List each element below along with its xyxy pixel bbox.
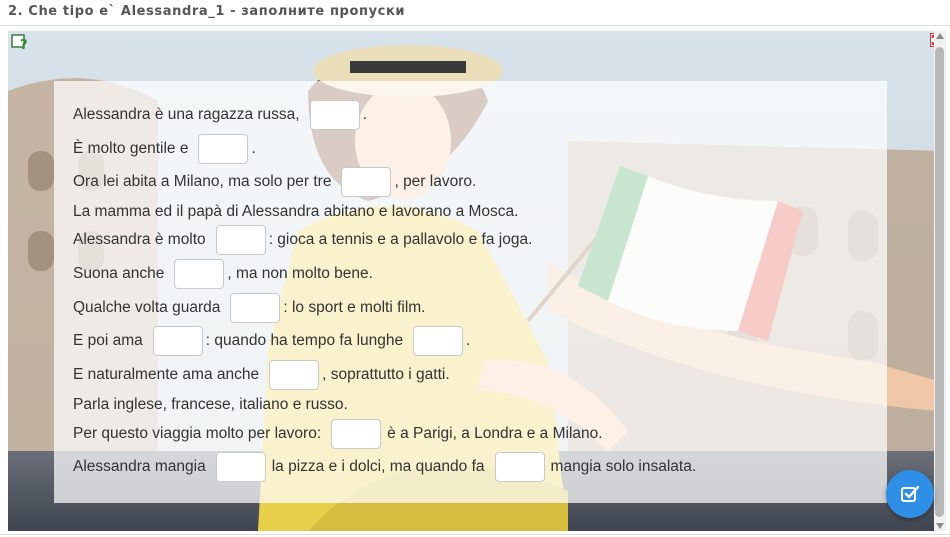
sentence-text: mangia solo insalata. xyxy=(550,458,697,475)
sentence-text: Alessandra è una ragazza russa, xyxy=(73,106,300,123)
check-answers-button[interactable] xyxy=(886,470,934,518)
sentence-line: Alessandra è molto : gioca a tennis e a … xyxy=(73,225,532,255)
sentence-text: Parla inglese, francese, italiano e russ… xyxy=(73,396,348,413)
sentence-text: E poi ama xyxy=(73,332,143,349)
sentence-text: , ma non molto bene. xyxy=(227,265,373,282)
sentence-text: . xyxy=(251,140,256,157)
sentence-text: la pizza e i dolci, ma quando fa xyxy=(271,458,485,475)
sentence-line: E poi ama : quando ha tempo fa lunghe . xyxy=(73,326,470,356)
sentence-text: è a Parigi, a Londra e a Milano. xyxy=(387,425,603,442)
answer-gap-4[interactable] xyxy=(215,225,266,255)
scroll-down-arrow-icon[interactable] xyxy=(936,523,944,529)
exercise-panel: Alessandra è una ragazza russa, . È molt… xyxy=(54,81,887,503)
check-answers-icon xyxy=(901,485,920,502)
sentence-text: : quando ha tempo fa lunghe xyxy=(205,332,404,349)
answer-gap-1[interactable] xyxy=(309,100,360,130)
scroll-up-arrow-icon[interactable] xyxy=(936,33,944,39)
sentence-text: , soprattutto i gatti. xyxy=(322,366,450,383)
exercise-title: 2. Che tipo e` Alessandra_1 - заполните … xyxy=(8,4,406,19)
answer-gap-8[interactable] xyxy=(413,326,464,356)
sentence-text: Alessandra mangia xyxy=(73,458,206,475)
exercise-stage: ? Alessandra è una ragazza russa, . È mo… xyxy=(8,31,946,531)
sentence-text: E naturalmente ama anche xyxy=(73,366,260,383)
sentence-line: La mamma ed il papà di Alessandra abitan… xyxy=(73,197,518,227)
answer-gap-5[interactable] xyxy=(174,259,225,289)
sentence-line: Parla inglese, francese, italiano e russ… xyxy=(73,390,348,420)
sentence-text: Alessandra è molto xyxy=(73,231,206,248)
svg-text:?: ? xyxy=(20,38,28,51)
exercise-header: 2. Che tipo e` Alessandra_1 - заполните … xyxy=(0,0,950,26)
sentence-text: È molto gentile e xyxy=(73,140,189,157)
sentence-text: : gioca a tennis e a pallavolo e fa joga… xyxy=(268,231,533,248)
answer-gap-7[interactable] xyxy=(152,326,203,356)
answer-gap-6[interactable] xyxy=(230,293,281,323)
answer-gap-3[interactable] xyxy=(341,167,392,197)
answer-gap-2[interactable] xyxy=(198,134,249,164)
bottom-divider xyxy=(0,534,950,535)
help-question-icon[interactable]: ? xyxy=(11,33,29,51)
sentence-line: Suona anche , ma non molto bene. xyxy=(73,259,373,289)
sentence-text: Ora lei abita a Milano, ma solo per tre xyxy=(73,173,332,190)
scroll-thumb[interactable] xyxy=(935,47,944,517)
sentence-text: . xyxy=(466,332,471,349)
sentence-text: La mamma ed il papà di Alessandra abitan… xyxy=(73,203,519,220)
sentence-line: Alessandra mangia la pizza e i dolci, ma… xyxy=(73,452,696,482)
answer-gap-11[interactable] xyxy=(215,452,266,482)
sentence-line: Ora lei abita a Milano, ma solo per tre … xyxy=(73,167,476,197)
sentence-text: Qualche volta guarda xyxy=(73,299,221,316)
answer-gap-10[interactable] xyxy=(331,419,382,449)
sentence-line: È molto gentile e . xyxy=(73,134,256,164)
sentence-text: Suona anche xyxy=(73,265,165,282)
sentence-line: Qualche volta guarda : lo sport e molti … xyxy=(73,293,425,323)
sentence-line: E naturalmente ama anche , soprattutto i… xyxy=(73,360,450,390)
sentence-text: : lo sport e molti film. xyxy=(283,299,426,316)
sentence-text: , per lavoro. xyxy=(394,173,477,190)
vertical-scrollbar[interactable] xyxy=(934,31,946,531)
sentence-text: . xyxy=(362,106,367,123)
sentence-line: Per questo viaggia molto per lavoro: è a… xyxy=(73,419,603,449)
sentence-line: Alessandra è una ragazza russa, . xyxy=(73,100,367,130)
answer-gap-12[interactable] xyxy=(494,452,545,482)
answer-gap-9[interactable] xyxy=(269,360,320,390)
sentence-text: Per questo viaggia molto per lavoro: xyxy=(73,425,322,442)
